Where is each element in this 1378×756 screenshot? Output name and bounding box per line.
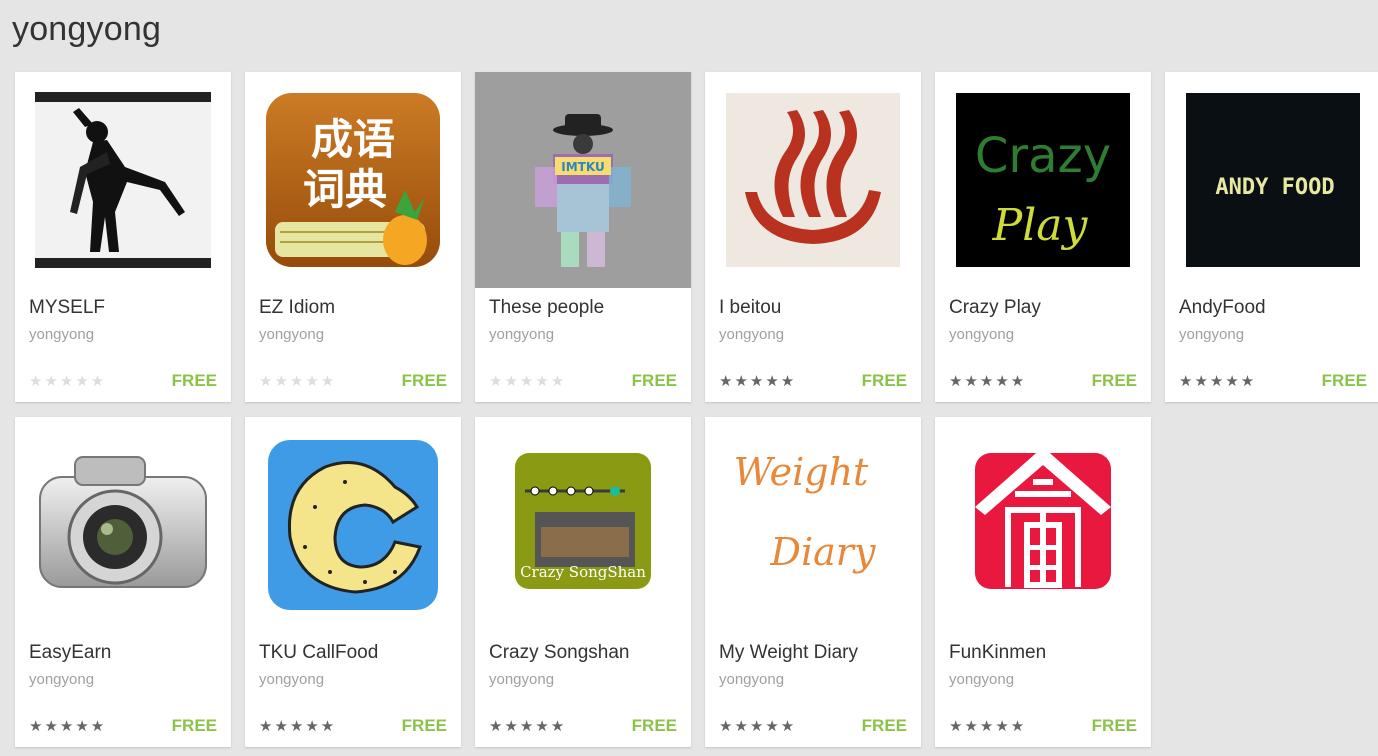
app-card-my-weight-diary[interactable]: Weight Diary My Weight Diary yongyong ★★… [705, 417, 921, 747]
app-title[interactable]: I beitou [719, 297, 781, 319]
price-label[interactable]: FREE [862, 371, 907, 391]
app-title[interactable]: TKU CallFood [259, 642, 378, 664]
price-label[interactable]: FREE [632, 371, 677, 391]
app-title[interactable]: MYSELF [29, 297, 105, 319]
app-developer[interactable]: yongyong [259, 671, 324, 688]
price-label[interactable]: FREE [862, 716, 907, 736]
app-card-these-people[interactable]: IMTKU These people yongyong ★★★★★ FREE [475, 72, 691, 402]
app-developer[interactable]: yongyong [719, 671, 784, 688]
app-title[interactable]: EZ Idiom [259, 297, 335, 319]
app-card-myself[interactable]: MYSELF yongyong ★★★★★ FREE [15, 72, 231, 402]
app-title[interactable]: Crazy Songshan [489, 642, 629, 664]
app-title[interactable]: EasyEarn [29, 642, 111, 664]
price-label[interactable]: FREE [1092, 371, 1137, 391]
crazy-play-icon[interactable]: Crazy Play [935, 72, 1151, 288]
idiom-book-icon[interactable]: 成语 词典 [245, 72, 461, 288]
metro-station-icon[interactable]: Crazy SongShan [475, 417, 691, 633]
kinmen-gate-icon[interactable] [935, 417, 1151, 633]
rating-stars: ★★★★★ [949, 718, 1027, 735]
price-label[interactable]: FREE [1322, 371, 1367, 391]
app-card-i-beitou[interactable]: I beitou yongyong ★★★★★ FREE [705, 72, 921, 402]
app-card-crazy-play[interactable]: Crazy Play Crazy Play yongyong ★★★★★ FRE… [935, 72, 1151, 402]
app-card-tku-callfood[interactable]: TKU CallFood yongyong ★★★★★ FREE [245, 417, 461, 747]
icon-text: Crazy SongShan [520, 563, 646, 581]
rating-stars: ★★★★★ [259, 373, 337, 390]
app-card-easyearn[interactable]: EasyEarn yongyong ★★★★★ FREE [15, 417, 231, 747]
price-label[interactable]: FREE [172, 371, 217, 391]
app-title[interactable]: AndyFood [1179, 297, 1266, 319]
hot-spring-icon[interactable] [705, 72, 921, 288]
icon-text: 成语 [311, 115, 395, 164]
price-label[interactable]: FREE [172, 716, 217, 736]
weight-diary-icon[interactable]: Weight Diary [705, 417, 921, 633]
price-label[interactable]: FREE [632, 716, 677, 736]
app-developer[interactable]: yongyong [489, 326, 554, 343]
app-developer[interactable]: yongyong [719, 326, 784, 343]
icon-text: ANDY FOOD [1215, 175, 1334, 200]
app-title[interactable]: FunKinmen [949, 642, 1046, 664]
app-title[interactable]: These people [489, 297, 604, 319]
silhouette-photo-icon[interactable] [15, 72, 231, 288]
app-developer[interactable]: yongyong [29, 326, 94, 343]
app-title[interactable]: Crazy Play [949, 297, 1041, 319]
icon-text: IMTKU [561, 160, 604, 174]
rating-stars: ★★★★★ [1179, 373, 1257, 390]
app-developer[interactable]: yongyong [489, 671, 554, 688]
rating-stars: ★★★★★ [29, 718, 107, 735]
rating-stars: ★★★★★ [719, 718, 797, 735]
app-title[interactable]: My Weight Diary [719, 642, 858, 664]
app-card-andyfood[interactable]: ANDY FOOD AndyFood yongyong ★★★★★ FREE [1165, 72, 1378, 402]
rating-stars: ★★★★★ [489, 373, 567, 390]
price-label[interactable]: FREE [1092, 716, 1137, 736]
rating-stars: ★★★★★ [719, 373, 797, 390]
page-title: yongyong [12, 10, 162, 48]
app-developer[interactable]: yongyong [949, 671, 1014, 688]
app-card-crazy-songshan[interactable]: Crazy SongShan Crazy Songshan yongyong ★… [475, 417, 691, 747]
app-developer[interactable]: yongyong [1179, 326, 1244, 343]
andy-food-icon[interactable]: ANDY FOOD [1165, 72, 1378, 288]
rating-stars: ★★★★★ [949, 373, 1027, 390]
icon-text: Diary [770, 530, 876, 574]
price-label[interactable]: FREE [402, 371, 447, 391]
app-developer[interactable]: yongyong [29, 671, 94, 688]
icon-text: Crazy [975, 128, 1111, 184]
price-label[interactable]: FREE [402, 716, 447, 736]
icon-text: Weight [734, 450, 869, 494]
rating-stars: ★★★★★ [29, 373, 107, 390]
icon-text: 词典 [303, 165, 387, 214]
app-card-funkinmen[interactable]: FunKinmen yongyong ★★★★★ FREE [935, 417, 1151, 747]
app-grid: MYSELF yongyong ★★★★★ FREE 成语 词典 EZ Idio… [15, 72, 1378, 747]
camera-icon[interactable] [15, 417, 231, 633]
cookie-icon[interactable] [245, 417, 461, 633]
icon-text: Play [992, 200, 1089, 251]
hat-figure-icon[interactable]: IMTKU [475, 72, 691, 288]
rating-stars: ★★★★★ [259, 718, 337, 735]
app-developer[interactable]: yongyong [949, 326, 1014, 343]
app-card-ez-idiom[interactable]: 成语 词典 EZ Idiom yongyong ★★★★★ FREE [245, 72, 461, 402]
app-developer[interactable]: yongyong [259, 326, 324, 343]
rating-stars: ★★★★★ [489, 718, 567, 735]
